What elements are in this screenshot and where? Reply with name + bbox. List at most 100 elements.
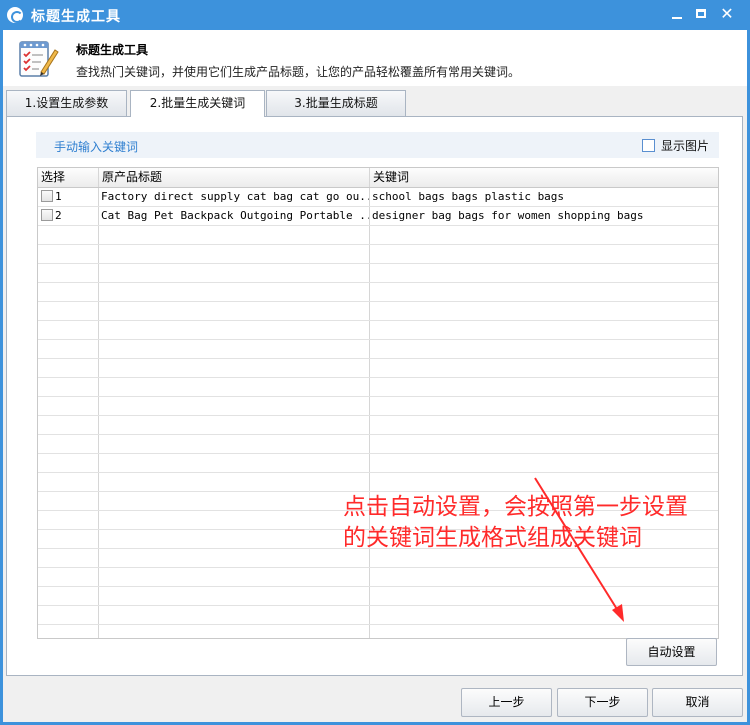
show-images-toggle[interactable]: 显示图片 (642, 137, 709, 154)
annotation-line-2: 的关键词生成格式组成关键词 (343, 525, 642, 551)
empty-cell (38, 359, 99, 377)
tab-panel: 手动输入关键词 显示图片 选择 原产品标题 关键词 1 Factory dire… (6, 116, 743, 676)
minimize-button[interactable] (664, 3, 690, 25)
show-images-checkbox[interactable] (642, 139, 655, 152)
keyword-toolbar: 手动输入关键词 显示图片 (36, 132, 719, 158)
tab-generate-keywords[interactable]: 2.批量生成关键词 (130, 90, 265, 117)
empty-cell (99, 302, 370, 320)
auto-setup-button[interactable]: 自动设置 (626, 638, 717, 666)
empty-cell (99, 416, 370, 434)
empty-cell (38, 283, 99, 301)
empty-cell (38, 245, 99, 263)
empty-cell (38, 530, 99, 548)
row-index: 1 (55, 190, 62, 203)
empty-cell (99, 378, 370, 396)
manual-input-link[interactable]: 手动输入关键词 (54, 138, 138, 155)
row-keywords-cell[interactable]: designer bag bags for women shopping bag… (370, 207, 718, 225)
row-title-cell: Cat Bag Pet Backpack Outgoing Portable .… (99, 207, 370, 225)
empty-cell (38, 587, 99, 605)
row-checkbox[interactable] (41, 190, 53, 202)
empty-cell (370, 302, 718, 320)
empty-cell (99, 549, 370, 567)
empty-cell (99, 283, 370, 301)
window-title: 标题生成工具 (31, 9, 121, 25)
tab-generate-titles[interactable]: 3.批量生成标题 (266, 90, 406, 116)
table-row[interactable]: 2 Cat Bag Pet Backpack Outgoing Portable… (38, 207, 718, 226)
empty-cell (370, 587, 718, 605)
header-title: 标题生成工具 (76, 43, 149, 57)
empty-cell (38, 340, 99, 358)
empty-table-row (38, 226, 718, 245)
row-keywords-cell[interactable]: school bags bags plastic bags (370, 188, 718, 206)
notepad-pencil-icon (19, 41, 59, 77)
client-area: 标题生成工具 查找热门关键词，并使用它们生成产品标题，让您的产品轻松覆盖所有常用… (3, 30, 747, 722)
column-header-original-title[interactable]: 原产品标题 (99, 168, 370, 187)
keyword-table: 选择 原产品标题 关键词 1 Factory direct supply cat… (37, 167, 719, 639)
empty-table-row (38, 625, 718, 638)
empty-cell (370, 321, 718, 339)
empty-cell (370, 264, 718, 282)
empty-table-row (38, 264, 718, 283)
empty-table-row (38, 435, 718, 454)
row-index: 2 (55, 209, 62, 222)
empty-cell (370, 245, 718, 263)
empty-table-row (38, 359, 718, 378)
empty-cell (370, 226, 718, 244)
empty-cell (38, 321, 99, 339)
empty-cell (38, 511, 99, 529)
table-header: 选择 原产品标题 关键词 (38, 168, 718, 188)
empty-table-row (38, 378, 718, 397)
annotation-line-1: 点击自动设置，会按照第一步设置 (343, 494, 688, 520)
maximize-icon (696, 9, 706, 18)
tool-window: 标题生成工具 ✕ 标题生成工具 查找热门关键词，并使用它们生成产品标题，让您的产… (0, 0, 750, 725)
show-images-label: 显示图片 (661, 139, 710, 153)
empty-cell (99, 321, 370, 339)
minimize-icon (672, 17, 682, 19)
maximize-button[interactable] (688, 3, 714, 25)
empty-cell (38, 568, 99, 586)
empty-cell (99, 625, 370, 638)
empty-table-row (38, 587, 718, 606)
empty-cell (99, 454, 370, 472)
previous-step-button[interactable]: 上一步 (461, 688, 552, 717)
empty-cell (99, 397, 370, 415)
empty-cell (99, 587, 370, 605)
column-header-select[interactable]: 选择 (38, 168, 99, 187)
empty-cell (370, 378, 718, 396)
next-step-button[interactable]: 下一步 (557, 688, 648, 717)
row-title-cell: Factory direct supply cat bag cat go ou.… (99, 188, 370, 206)
table-row[interactable]: 1 Factory direct supply cat bag cat go o… (38, 188, 718, 207)
empty-cell (99, 264, 370, 282)
empty-table-row (38, 302, 718, 321)
empty-cell (370, 473, 718, 491)
empty-cell (370, 416, 718, 434)
row-select-cell: 1 (38, 188, 99, 206)
empty-cell (99, 359, 370, 377)
title-bar[interactable]: 标题生成工具 ✕ (0, 0, 750, 30)
empty-cell (38, 302, 99, 320)
empty-table-row (38, 321, 718, 340)
empty-cell (370, 435, 718, 453)
empty-cell (99, 435, 370, 453)
empty-cell (99, 340, 370, 358)
close-button[interactable]: ✕ (714, 3, 740, 25)
empty-table-row (38, 606, 718, 625)
header-description: 查找热门关键词，并使用它们生成产品标题，让您的产品轻松覆盖所有常用关键词。 (76, 65, 521, 79)
column-header-keywords[interactable]: 关键词 (370, 168, 718, 187)
empty-cell (99, 473, 370, 491)
empty-cell (370, 454, 718, 472)
empty-cell (99, 511, 370, 529)
empty-table-row (38, 416, 718, 435)
cancel-button[interactable]: 取消 (652, 688, 743, 717)
close-icon: ✕ (720, 4, 734, 23)
tab-strip: 1.设置生成参数 2.批量生成关键词 3.批量生成标题 (3, 90, 747, 117)
annotation-text: 点击自动设置，会按照第一步设置 的关键词生成格式组成关键词 (343, 492, 743, 554)
tab-settings[interactable]: 1.设置生成参数 (6, 90, 127, 116)
empty-cell (370, 397, 718, 415)
empty-cell (38, 397, 99, 415)
empty-cell (38, 264, 99, 282)
empty-cell (370, 283, 718, 301)
empty-cell (370, 606, 718, 624)
row-checkbox[interactable] (41, 209, 53, 221)
empty-cell (38, 606, 99, 624)
